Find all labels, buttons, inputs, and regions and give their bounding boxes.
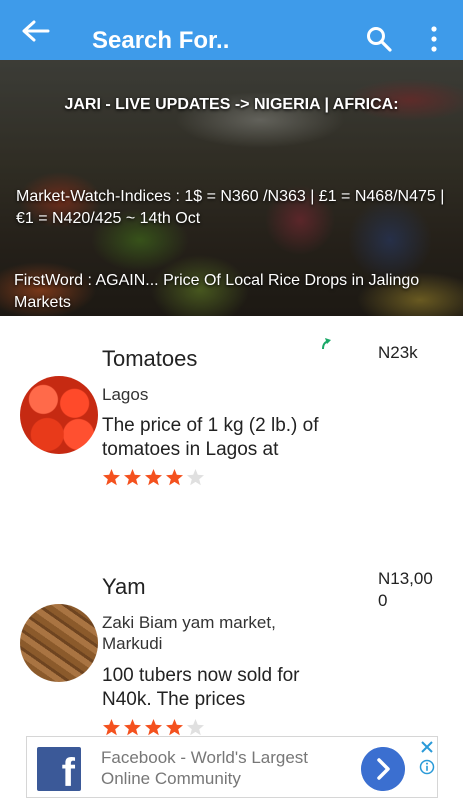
- info-icon[interactable]: [419, 759, 435, 775]
- item-name: Yam: [102, 574, 146, 599]
- item-description: 100 tubers now sold for N40k. The prices: [102, 665, 300, 710]
- trend-up-icon: [322, 338, 331, 350]
- firstword-news: FirstWord : AGAIN... Price Of Local Rice…: [14, 272, 420, 311]
- star-filled-icon: [124, 719, 141, 736]
- yam-image: [20, 604, 98, 682]
- item-price: N13,000: [378, 569, 433, 610]
- item-name: Tomatoes: [102, 346, 198, 371]
- star-empty-icon: [187, 469, 204, 486]
- ad-text: Facebook - World's Largest Online Commun…: [101, 748, 309, 788]
- item-location: Lagos: [102, 385, 149, 404]
- list-item-tomatoes[interactable]: Tomatoes Lagos The price of 1 kg (2 lb.)…: [0, 316, 463, 516]
- item-description: The price of 1 kg (2 lb.) of tomatoes in…: [102, 415, 319, 460]
- ad-banner[interactable]: f Facebook - World's Largest Online Comm…: [26, 736, 438, 798]
- more-vert-icon[interactable]: [428, 26, 440, 52]
- star-filled-icon: [124, 469, 141, 486]
- market-indices: Market-Watch-Indices : 1$ = N360 /N363 |…: [16, 188, 445, 227]
- search-icon[interactable]: [366, 26, 392, 52]
- item-price: N23k: [378, 343, 418, 362]
- list-item-yam[interactable]: Yam Zaki Biam yam market, Markudi 100 tu…: [0, 560, 463, 740]
- tomatoes-image: [20, 376, 98, 454]
- arrow-left-icon[interactable]: [22, 20, 50, 42]
- chevron-right-icon[interactable]: [361, 747, 405, 791]
- market-news-banner[interactable]: JARI - LIVE UPDATES -> NIGERIA | AFRICA:…: [0, 60, 463, 316]
- star-filled-icon: [145, 469, 162, 486]
- page-title: Search For..: [92, 27, 230, 54]
- star-filled-icon: [145, 719, 162, 736]
- close-icon[interactable]: [419, 739, 435, 755]
- app-bar: Search For..: [0, 0, 463, 60]
- facebook-logo-icon: f: [37, 747, 81, 791]
- star-empty-icon: [187, 719, 204, 736]
- item-location: Zaki Biam yam market, Markudi: [102, 613, 276, 653]
- banner-headline: JARI - LIVE UPDATES -> NIGERIA | AFRICA:: [64, 96, 399, 113]
- rating-stars: [102, 468, 205, 487]
- rating-stars: [102, 718, 205, 737]
- star-filled-icon: [103, 719, 120, 736]
- star-filled-icon: [166, 719, 183, 736]
- star-filled-icon: [103, 469, 120, 486]
- star-filled-icon: [166, 469, 183, 486]
